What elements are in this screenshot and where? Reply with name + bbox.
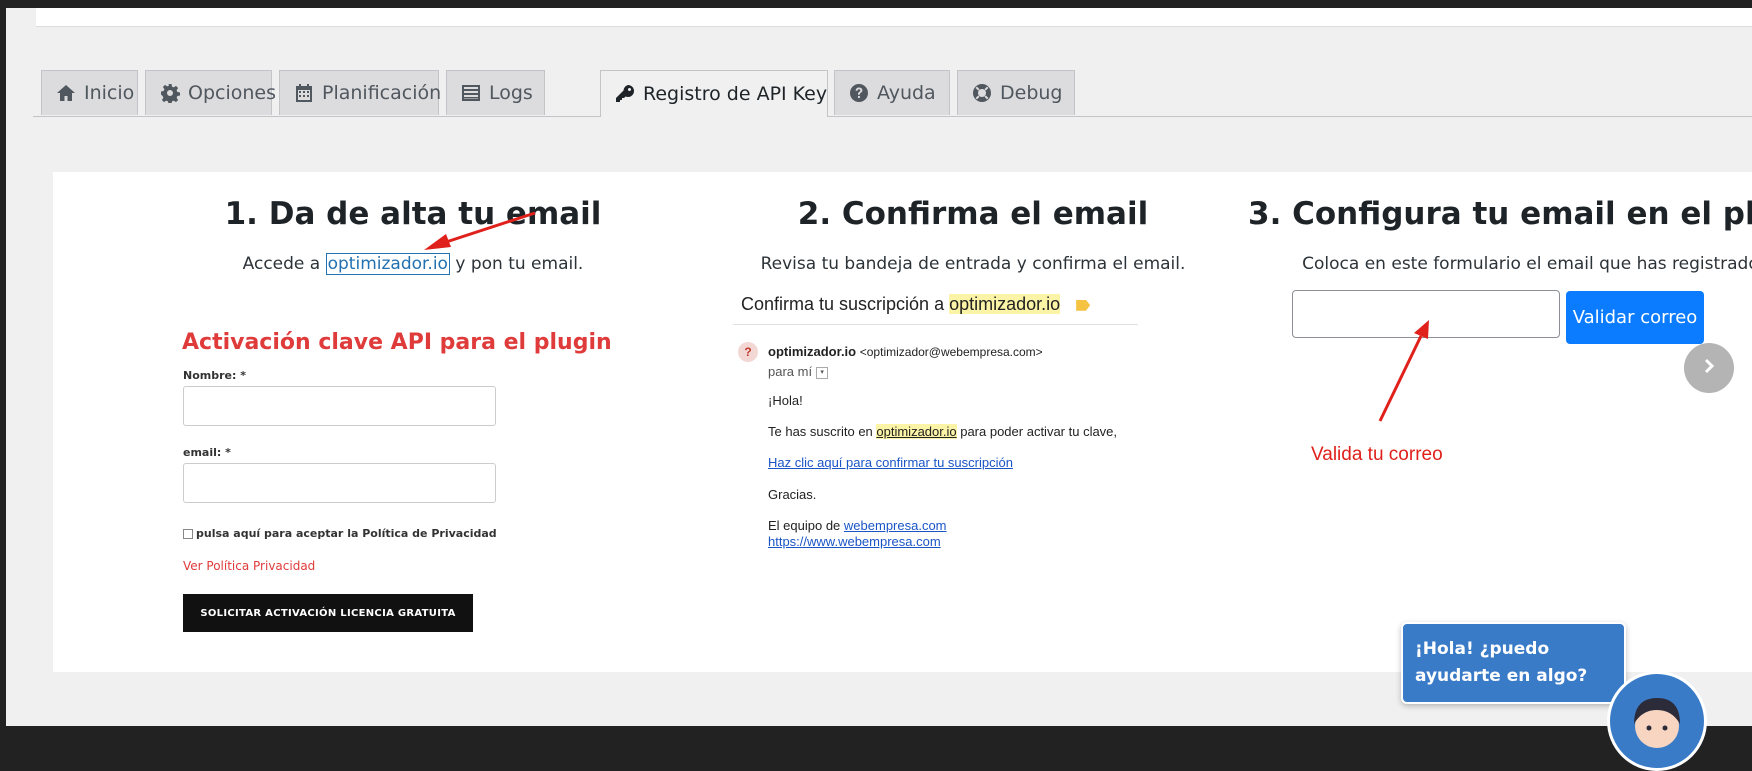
gear-icon bbox=[160, 82, 180, 104]
step-1-title: 1. Da de alta tu email bbox=[224, 196, 602, 232]
email-label: email: * bbox=[183, 446, 231, 459]
form-title: Activación clave API para el plugin bbox=[182, 330, 612, 355]
tab-label: Ayuda bbox=[877, 82, 936, 104]
subject-text: Confirma tu suscripción a bbox=[741, 294, 950, 314]
list-icon bbox=[461, 82, 481, 104]
api-key-panel: 1. Da de alta tu email Accede a optimiza… bbox=[53, 172, 1752, 672]
tab-opciones[interactable]: Opciones bbox=[145, 70, 276, 115]
privacy-checkbox-label: pulsa aquí para aceptar la Política de P… bbox=[183, 527, 497, 540]
confirmation-email-screenshot: Confirma tu suscripción a optimizador.io… bbox=[733, 282, 1138, 562]
checkbox-image bbox=[183, 529, 193, 539]
step-1-description: Accede a optimizador.io y pon tu email. bbox=[143, 253, 683, 275]
help-icon bbox=[849, 82, 869, 104]
chevron-down-icon: ▾ bbox=[816, 366, 829, 379]
tab-label: Logs bbox=[489, 82, 533, 104]
team-text: El equipo de bbox=[768, 518, 844, 533]
desc-text: Accede a bbox=[242, 254, 326, 274]
name-field-image bbox=[183, 386, 496, 426]
team-link-image: webempresa.com bbox=[843, 518, 947, 533]
confirm-subscription-link-image: Haz clic aquí para confirmar tu suscripc… bbox=[768, 455, 1013, 470]
lifebuoy-icon bbox=[972, 82, 992, 104]
key-icon bbox=[615, 83, 635, 105]
agent-avatar-icon bbox=[1634, 698, 1680, 748]
top-header-strip bbox=[36, 8, 1752, 27]
recipient: para mí bbox=[768, 364, 813, 379]
tab-label: Inicio bbox=[84, 82, 135, 104]
email-field-image bbox=[183, 463, 496, 503]
tab-inicio[interactable]: Inicio bbox=[41, 70, 138, 115]
next-button[interactable] bbox=[1684, 343, 1734, 393]
tab-label: Debug bbox=[1000, 82, 1063, 104]
chat-bubble[interactable]: ¡Hola! ¿puedo ayudarte en algo? bbox=[1401, 622, 1626, 704]
tab-label: Opciones bbox=[188, 82, 276, 104]
tab-debug[interactable]: Debug bbox=[957, 70, 1075, 115]
tab-ayuda[interactable]: Ayuda bbox=[834, 70, 950, 115]
chat-line-1: ¡Hola! ¿puedo bbox=[1415, 639, 1550, 659]
tab-logs[interactable]: Logs bbox=[446, 70, 545, 115]
privacy-text: pulsa aquí para aceptar la Política de P… bbox=[196, 527, 497, 540]
chevron-right-icon bbox=[1700, 357, 1718, 379]
validate-email-annotation: Valida tu correo bbox=[1311, 444, 1443, 465]
body-text: para poder activar tu clave, bbox=[956, 424, 1118, 439]
subject-highlight: optimizador.io bbox=[949, 294, 1061, 314]
step-3-description: Coloca en este formulario el email que h… bbox=[1302, 254, 1752, 274]
step-2-title: 2. Confirma el email bbox=[797, 196, 1149, 232]
recipient-line: para mí ▾ bbox=[768, 364, 829, 379]
signup-form-screenshot: Activación clave API para el plugin Nomb… bbox=[166, 302, 612, 652]
tab-planificacion[interactable]: Planificación bbox=[279, 70, 442, 115]
page: Inicio Opciones Planificación Logs Regis… bbox=[6, 8, 1752, 726]
sender-name: optimizador.io bbox=[768, 344, 857, 359]
request-activation-button-image: SOLICITAR ACTIVACIÓN LICENCIA GRATUITA bbox=[183, 594, 473, 632]
email-input[interactable] bbox=[1292, 290, 1560, 338]
body-text: Te has suscrito en bbox=[768, 424, 877, 439]
email-subject: Confirma tu suscripción a optimizador.io bbox=[741, 294, 1091, 315]
step-2-description: Revisa tu bandeja de entrada y confirma … bbox=[760, 254, 1186, 274]
step-3-title: 3. Configura tu email en el plugin bbox=[1248, 196, 1752, 232]
chat-line-2: ayudarte en algo? bbox=[1415, 666, 1588, 686]
body-line: Te has suscrito en optimizador.io para p… bbox=[768, 424, 1117, 439]
chat-agent-avatar[interactable] bbox=[1607, 671, 1707, 771]
tabs-divider bbox=[33, 116, 1752, 117]
home-icon bbox=[56, 82, 76, 104]
calendar-icon bbox=[294, 82, 314, 104]
team-line: El equipo de webempresa.com bbox=[768, 518, 947, 533]
validate-email-button[interactable]: Validar correo bbox=[1566, 291, 1704, 344]
tab-label: Registro de API Key bbox=[643, 83, 828, 105]
sender-avatar-icon: ? bbox=[738, 342, 758, 362]
divider bbox=[733, 324, 1138, 325]
privacy-policy-link-image: Ver Política Privacidad bbox=[183, 559, 316, 573]
tab-registro-api-key[interactable]: Registro de API Key bbox=[600, 70, 828, 117]
name-label: Nombre: * bbox=[183, 369, 246, 382]
site-link-image: https://www.webempresa.com bbox=[768, 534, 941, 549]
label-tag-icon bbox=[1076, 299, 1091, 311]
greeting: ¡Hola! bbox=[768, 393, 803, 408]
tab-label: Planificación bbox=[322, 82, 442, 104]
optimizador-link[interactable]: optimizador.io bbox=[325, 253, 450, 275]
body-highlight: optimizador.io bbox=[876, 424, 957, 439]
thanks: Gracias. bbox=[768, 487, 817, 502]
sender-email: <optimizador@webempresa.com> bbox=[859, 345, 1043, 359]
desc-text: y pon tu email. bbox=[449, 254, 584, 274]
sender-line: optimizador.io <optimizador@webempresa.c… bbox=[768, 344, 1043, 359]
